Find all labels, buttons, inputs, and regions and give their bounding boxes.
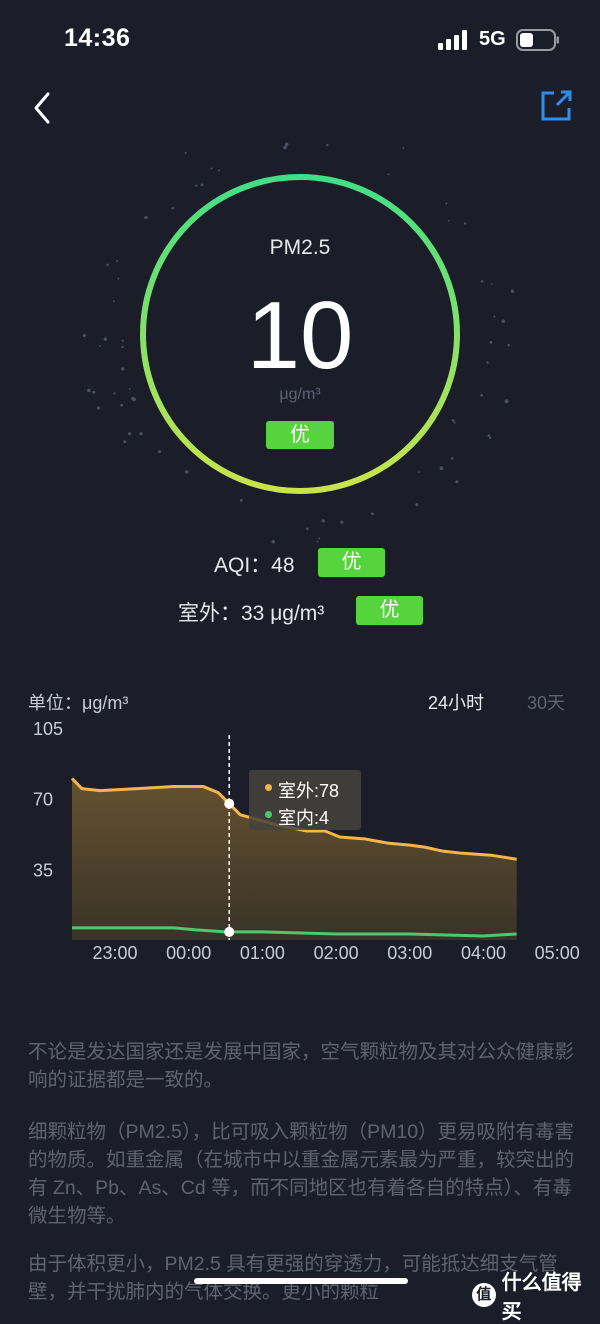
particle-dot: [123, 440, 127, 444]
home-indicator[interactable]: [194, 1278, 408, 1284]
particle-dot: [117, 277, 120, 280]
article-paragraph: 不论是发达国家还是发展中国家，空气颗粒物及其对公众健康影响的证据都是一致的。: [28, 1041, 575, 1091]
indoor-cursor-point: [224, 926, 235, 937]
particle-dot: [318, 537, 321, 540]
outdoor-legend-dot: [265, 784, 272, 791]
watermark-logo-icon: 值: [472, 1283, 496, 1307]
battery-icon: [516, 29, 559, 51]
x-tick-label: 02:00: [314, 943, 359, 963]
particle-dot: [321, 519, 325, 523]
outdoor-level-badge: 优: [356, 596, 423, 625]
indoor-legend-dot: [265, 811, 272, 818]
x-tick-label: 23:00: [92, 943, 137, 963]
particle-dot: [283, 145, 287, 150]
particle-dot: [326, 143, 329, 147]
pollutant-value: 10: [246, 282, 354, 389]
pollutant-unit: μg/m³: [279, 386, 321, 403]
back-chevron-icon[interactable]: [28, 88, 62, 128]
particle-dot: [316, 540, 319, 543]
particle-dot: [284, 142, 289, 147]
particle-dot: [402, 146, 405, 149]
chart-unit-label: 单位：μg/m³: [28, 693, 129, 713]
particle-dot: [489, 436, 492, 440]
chart-tooltip: 室外:78 室内:4: [249, 770, 361, 830]
particle-dot: [96, 406, 101, 410]
particle-dot: [370, 512, 374, 516]
article-paragraph: 细颗粒物（PM2.5），比可吸入颗粒物（PM10）更易吸附有毒害的物质。如重金属…: [28, 1121, 575, 1227]
particle-dot: [106, 263, 109, 267]
x-tick-label: 03:00: [387, 943, 432, 963]
aqi-label: AQI：48: [214, 554, 295, 577]
gauge-level-badge: 优: [266, 421, 334, 449]
tooltip-indoor-value: 室内:4: [278, 808, 330, 828]
x-tick-label: 00:00: [166, 943, 211, 963]
y-tick-label: 35: [33, 860, 53, 880]
watermark-text: 什么值得买: [501, 1272, 582, 1323]
outdoor-label: 室外：33 μg/m³: [178, 602, 325, 625]
y-tick-label: 105: [33, 720, 63, 739]
particle-dot: [415, 503, 419, 507]
aqi-level-badge: 优: [318, 548, 385, 577]
particle-dot: [120, 403, 124, 407]
x-tick-label: 05:00: [535, 943, 580, 963]
share-icon[interactable]: [538, 88, 576, 124]
x-tick-label: 01:00: [240, 943, 285, 963]
y-tick-label: 70: [33, 790, 53, 810]
tooltip-outdoor-value: 室外:78: [278, 781, 340, 801]
particle-dot: [480, 280, 484, 283]
tab-30-days[interactable]: 30天: [527, 689, 565, 715]
particle-dot: [116, 260, 119, 263]
particle-dot: [128, 432, 132, 436]
status-time: 14:36: [64, 24, 131, 52]
tab-24-hours[interactable]: 24小时: [428, 689, 484, 715]
watermark: 值 什么值得买: [472, 1266, 600, 1324]
network-type: 5G: [479, 28, 506, 50]
particle-dot: [487, 434, 491, 438]
particle-dot: [184, 151, 187, 155]
pm25-history-chart[interactable]: 105 70 35 23:00 00:00 01:00 02:00 03:00 04:00 05:…: [0, 720, 600, 970]
particle-dot: [271, 540, 276, 544]
particle-dot: [340, 520, 344, 524]
signal-bars-icon: [438, 30, 467, 50]
outdoor-cursor-point: [224, 798, 235, 809]
particle-dot: [490, 283, 493, 285]
pollutant-name: PM2.5: [269, 236, 331, 259]
x-tick-label: 04:00: [461, 943, 506, 963]
particle-dot: [306, 527, 309, 531]
